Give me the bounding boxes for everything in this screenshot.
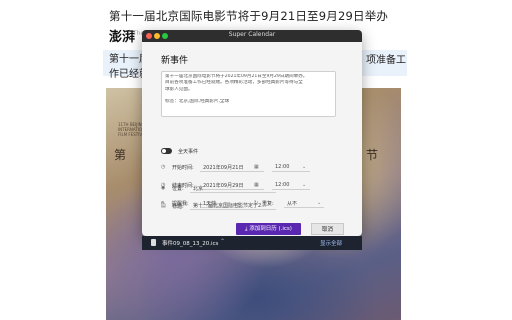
add-to-calendar-button[interactable]: ⤓ 添加到日历 (.ics) (236, 223, 301, 235)
location-pin-icon: ◉ (161, 185, 166, 191)
calendar-icon[interactable]: ▦ (254, 164, 259, 170)
location-input[interactable]: 北京 (190, 183, 276, 193)
location-label: 位置: (172, 186, 184, 192)
download-bar: 事件09_08_13_20.ics ⌃ 显示全部 (142, 236, 362, 250)
clock-icon: ◷ (161, 164, 166, 170)
document-icon: ▤ (161, 203, 166, 209)
dialog-heading: 新事件 (161, 56, 189, 66)
show-all-downloads-link[interactable]: 显示全部 (320, 239, 342, 247)
brand-logo[interactable]: 澎湃 (109, 26, 135, 45)
title-label: 标题: (172, 204, 184, 210)
downloaded-file-name[interactable]: 事件09_08_13_20.ics (162, 239, 218, 247)
chevron-down-icon: ⌄ (302, 182, 307, 188)
poster-char-right: 节 (366, 148, 379, 162)
chevron-down-icon: ⌄ (302, 164, 307, 170)
cancel-button[interactable]: 取消 (311, 223, 344, 235)
file-icon (151, 239, 156, 246)
chevron-down-icon: ⌄ (317, 200, 322, 206)
event-description-textarea[interactable]: 第十一届北京国际电影节将于2021年09月21日至9月29日期间举办。 目前各项… (161, 71, 336, 117)
all-day-label: 全天事件 (178, 149, 199, 155)
poster-char-left: 第 (114, 148, 127, 162)
start-time-label: 开始时间: (172, 165, 194, 171)
window-title: Super Calendar (228, 31, 276, 38)
all-day-toggle[interactable] (161, 148, 172, 154)
window-titlebar: Super Calendar (142, 30, 362, 42)
article-text-line1-tail: 项准备工 (366, 55, 406, 66)
chevron-up-icon[interactable]: ⌃ (220, 238, 225, 245)
article-title: 第十一届北京国际电影节将于9月21日至9月29日举办 (109, 9, 389, 23)
title-input[interactable]: 第十一届北京国际电影节定于2... (190, 200, 276, 210)
